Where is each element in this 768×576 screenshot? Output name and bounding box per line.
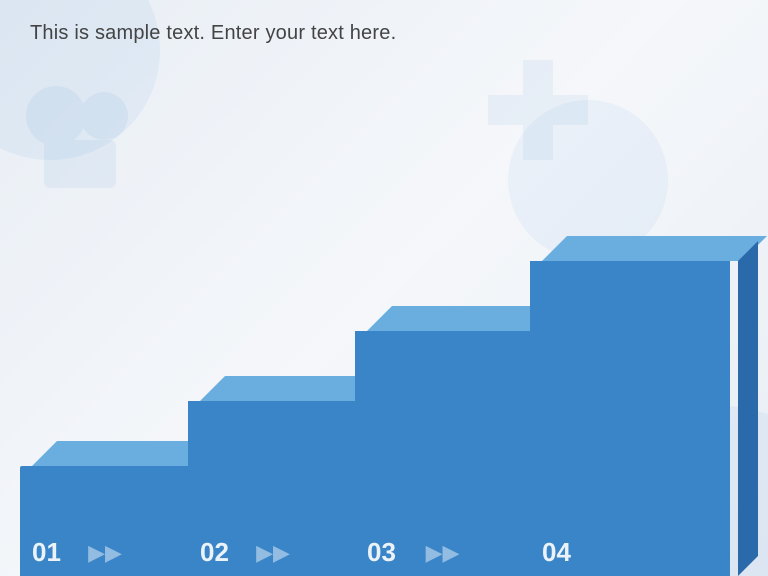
step-2-number: 02: [200, 537, 229, 568]
slide-title: This is sample text. Enter your text her…: [30, 22, 396, 45]
step-3-number: 03: [367, 537, 396, 568]
step-4-number: 04: [542, 537, 571, 568]
block-4-side: [738, 241, 758, 576]
bg-cross-icon: [488, 60, 588, 160]
step-1-number: 01: [32, 537, 61, 568]
block-3-arrow: ▶▶: [426, 540, 460, 566]
bg-puzzle-icon: [20, 80, 140, 200]
block-4-top: [542, 236, 767, 261]
block-4-front: [530, 261, 730, 576]
block-2-arrow: ▶▶: [256, 540, 290, 566]
block-1-arrow: ▶▶: [88, 540, 122, 566]
slide: This is sample text. Enter your text her…: [0, 0, 768, 576]
